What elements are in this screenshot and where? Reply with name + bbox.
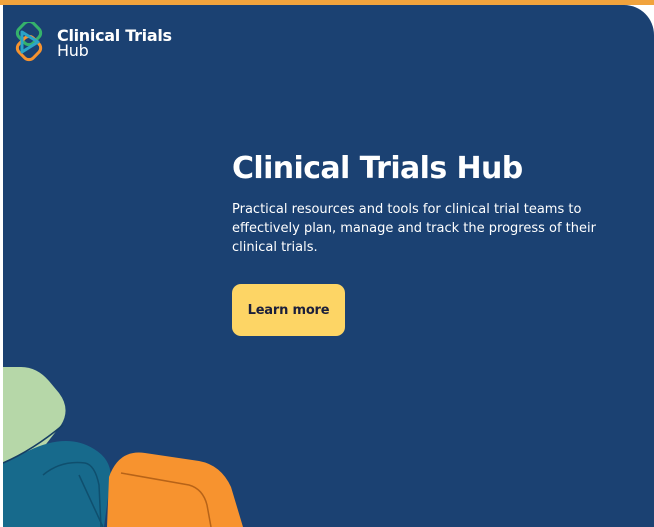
hero-title: Clinical Trials Hub (232, 151, 523, 186)
hero-banner: Clinical Trials Hub Clinical Trials Hub … (3, 5, 654, 527)
orange-inner-outline (120, 472, 212, 527)
orange-shape (107, 452, 243, 527)
green-shape (3, 367, 66, 466)
brand-name-line-2: Hub (57, 41, 89, 60)
teal-inner-outline (42, 461, 102, 527)
teal-shape (3, 441, 111, 527)
brand-name: Clinical Trials Hub (57, 28, 172, 60)
hero-description: Practical resources and tools for clinic… (232, 202, 596, 255)
green-teal-outline (3, 424, 64, 464)
teal-crease-line (78, 474, 104, 527)
hero-content: Clinical Trials Hub Practical resources … (232, 150, 612, 336)
learn-more-button[interactable]: Learn more (232, 284, 345, 336)
clinical-trials-hub-logo (15, 22, 43, 62)
page: Clinical Trials Hub Clinical Trials Hub … (0, 0, 654, 527)
brand-logo-link[interactable]: Clinical Trials Hub (9, 22, 172, 64)
